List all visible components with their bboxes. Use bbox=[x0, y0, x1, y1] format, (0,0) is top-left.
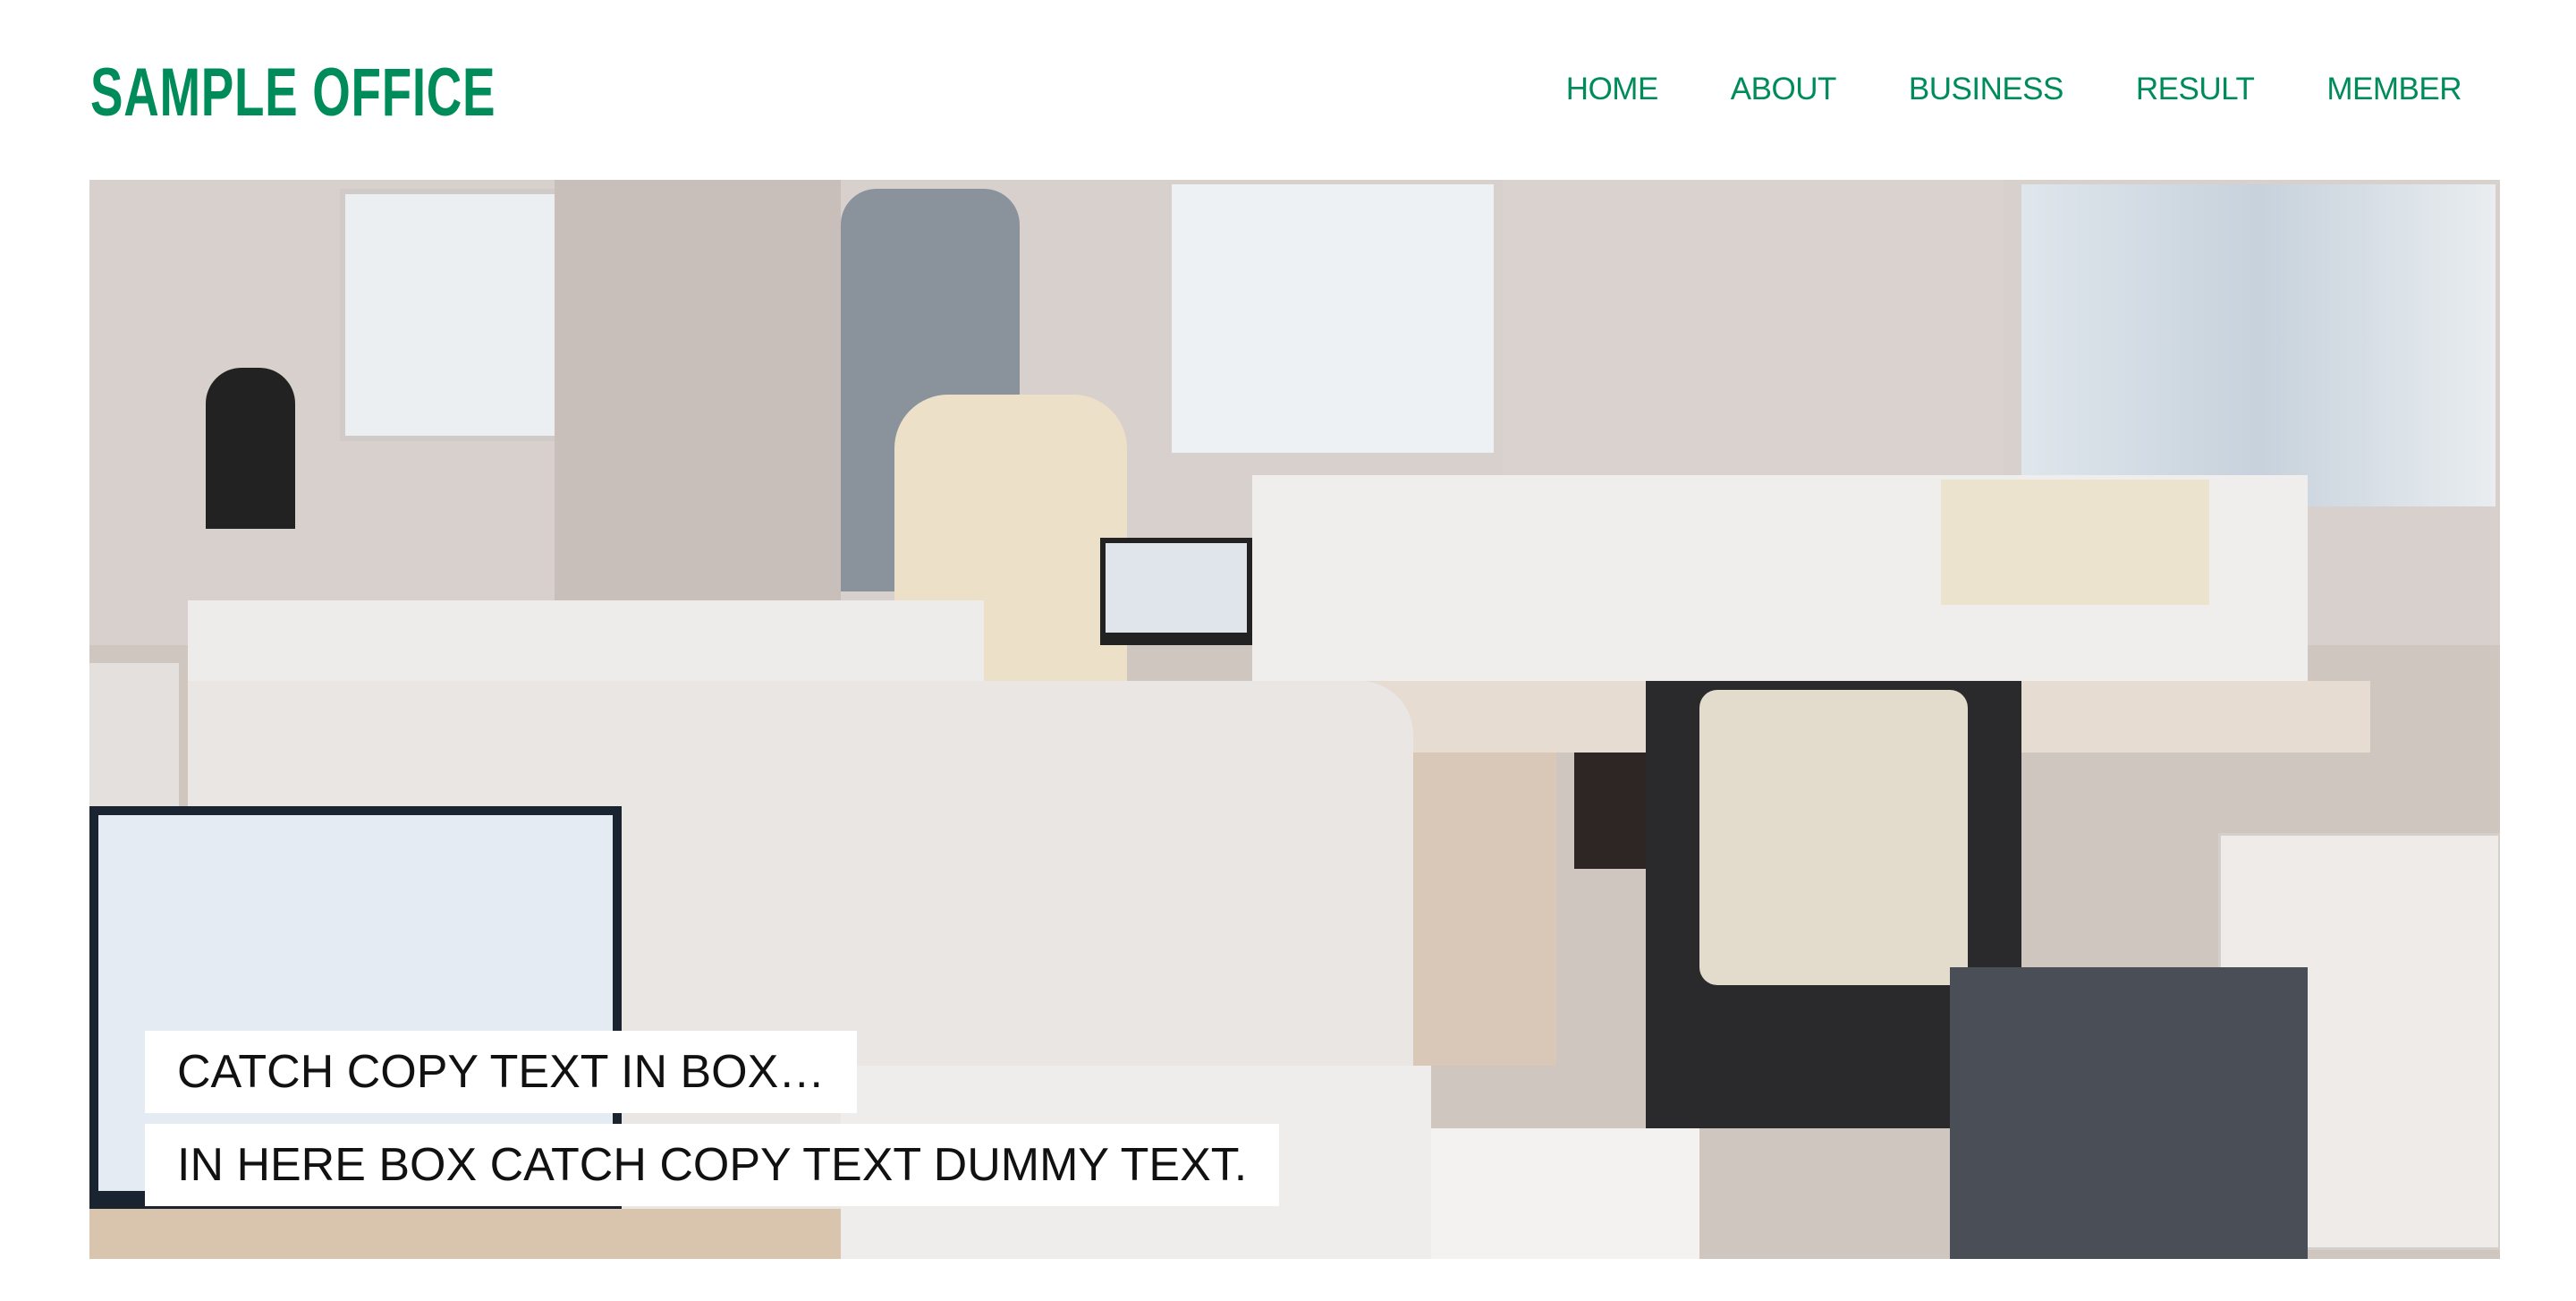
nav-home[interactable]: HOME bbox=[1566, 68, 1659, 111]
nav-about[interactable]: ABOUT bbox=[1731, 68, 1837, 111]
main-nav: HOME ABOUT BUSINESS RESULT MEMBER bbox=[1566, 68, 2462, 111]
site-logo[interactable]: SAMPLE OFFICE bbox=[90, 55, 496, 131]
nav-business[interactable]: BUSINESS bbox=[1909, 68, 2064, 111]
nav-result[interactable]: RESULT bbox=[2136, 68, 2255, 111]
catch-copy-line-1: CATCH COPY TEXT IN BOX… bbox=[145, 1031, 858, 1113]
catch-copy-line-2: IN HERE BOX CATCH COPY TEXT DUMMY TEXT. bbox=[145, 1124, 1280, 1206]
nav-member[interactable]: MEMBER bbox=[2326, 68, 2462, 111]
